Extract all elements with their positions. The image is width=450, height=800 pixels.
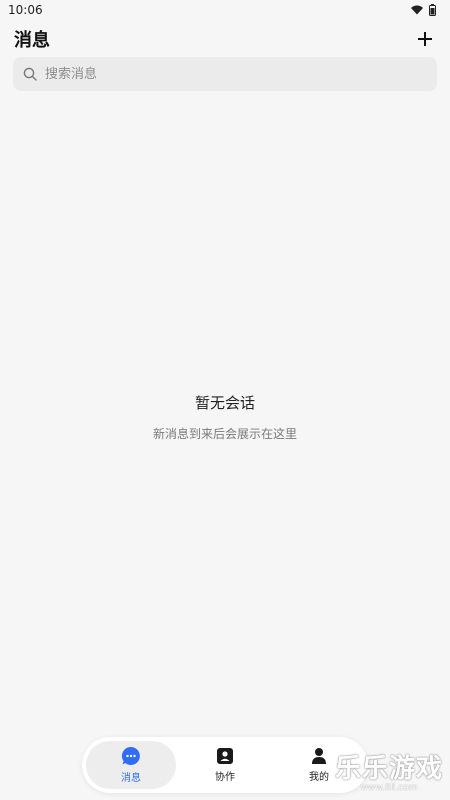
add-button[interactable] xyxy=(414,28,436,50)
battery-icon xyxy=(429,4,436,16)
contact-card-icon xyxy=(217,748,233,764)
tab-label: 我的 xyxy=(309,772,329,783)
tab-messages[interactable]: 消息 xyxy=(86,741,176,789)
person-icon xyxy=(312,748,326,764)
page-title: 消息 xyxy=(14,30,50,51)
header: 消息 xyxy=(0,24,450,54)
wifi-icon xyxy=(411,5,423,15)
plus-icon xyxy=(418,32,432,46)
tab-label: 消息 xyxy=(121,773,141,784)
empty-state-title: 暂无会话 xyxy=(194,394,255,412)
status-time: 10:06 xyxy=(8,3,43,17)
watermark-url: www.6ll.com xyxy=(360,783,418,793)
search-bar[interactable] xyxy=(13,57,437,91)
search-icon xyxy=(23,67,37,81)
chat-bubble-icon xyxy=(121,746,140,765)
status-icons xyxy=(411,4,436,16)
empty-state: 暂无会话 新消息到来后会展示在这里 xyxy=(0,392,450,442)
search-input[interactable] xyxy=(45,57,427,91)
tab-label: 协作 xyxy=(215,772,235,783)
bottom-tab-bar: 消息 协作 我的 xyxy=(82,737,368,793)
empty-state-subtitle: 新消息到来后会展示在这里 xyxy=(152,427,297,441)
tab-collaboration[interactable]: 协作 xyxy=(180,741,270,789)
status-bar: 10:06 xyxy=(0,0,450,20)
tab-profile[interactable]: 我的 xyxy=(274,741,364,789)
